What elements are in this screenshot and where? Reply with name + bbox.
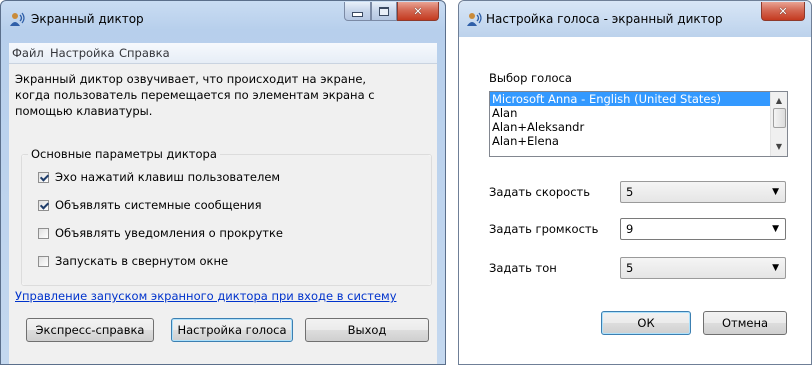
option-scroll-notifications[interactable]: Объявлять уведомления о прокрутке [38,226,283,240]
description-text: Экранный диктор озвучивает, что происход… [15,72,375,118]
voice-settings-label: Настройка голоса [177,323,287,337]
narrator-icon [9,11,25,27]
voice-listbox[interactable]: Microsoft Anna - English (United States)… [489,91,788,157]
speed-select[interactable]: 5 ▼ [620,181,786,203]
quick-help-button[interactable]: Экспресс-справка [26,318,154,342]
ok-label: ОК [637,316,655,330]
voice-settings-dialog: Настройка голоса - экранный диктор ✕ Выб… [458,0,812,365]
voice-settings-button[interactable]: Настройка голоса [171,318,293,342]
dialog-title: Настройка голоса - экранный диктор [486,12,723,26]
dialog-close-button[interactable]: ✕ [761,2,805,21]
checkbox-system-messages[interactable] [38,199,49,211]
option-start-minimized[interactable]: Запускать в свернутом окне [38,254,228,268]
startup-settings-link[interactable]: Управление запуском экранного диктора пр… [15,289,397,303]
minimize-button[interactable] [344,2,371,21]
close-icon: ✕ [413,4,423,18]
narrator-icon [466,11,482,27]
option-system-messages[interactable]: Объявлять системные сообщения [38,198,262,212]
voice-list-item[interactable]: Alan+Elena [490,134,787,148]
group-title: Основные параметры диктора [28,147,220,161]
cancel-label: Отмена [721,316,769,330]
voice-list-item[interactable]: Alan [490,106,787,120]
dropdown-arrow-icon: ▼ [772,224,779,234]
menu-file[interactable]: Файл [12,46,44,60]
checkbox-start-minimized[interactable] [38,255,49,267]
cancel-button[interactable]: Отмена [703,311,787,335]
option-label: Объявлять уведомления о прокрутке [55,226,283,240]
voice-list-item[interactable]: Alan+Aleksandr [490,120,787,134]
dropdown-arrow-icon: ▼ [772,187,779,197]
pitch-select[interactable]: 5 ▼ [620,257,786,279]
pitch-value: 5 [626,261,634,275]
option-label: Эхо нажатий клавиш пользователем [55,170,281,184]
maximize-button[interactable] [371,2,397,21]
volume-select[interactable]: 9 ▼ [620,218,786,240]
speed-value: 5 [626,185,634,199]
scroll-thumb[interactable] [773,108,786,128]
quick-help-label: Экспресс-справка [35,323,145,337]
volume-label: Задать громкость [489,222,599,236]
ok-button[interactable]: ОК [601,311,691,335]
narrator-window: Экранный диктор ✕ Файл Настройка Справка… [0,0,446,365]
pitch-label: Задать тон [489,261,557,275]
checkbox-echo-keys[interactable] [38,171,49,183]
close-button[interactable]: ✕ [397,2,439,21]
menu-settings[interactable]: Настройка [50,46,115,60]
exit-button[interactable]: Выход [305,318,429,342]
exit-label: Выход [347,323,387,337]
minimize-icon [352,11,363,17]
option-label: Объявлять системные сообщения [55,198,262,212]
main-options-group: Основные параметры диктора Эхо нажатий к… [21,147,432,286]
volume-value: 9 [626,222,634,236]
scroll-down-icon[interactable]: ▼ [771,140,787,154]
option-echo-keys[interactable]: Эхо нажатий клавиш пользователем [38,170,280,184]
menu-bar: Файл Настройка Справка [9,43,437,64]
window-title: Экранный диктор [31,12,144,26]
close-icon: ✕ [778,4,788,18]
main-client-area: Экранный диктор озвучивает, что происход… [9,64,437,364]
checkbox-scroll-notifications[interactable] [38,227,49,239]
voice-list-item[interactable]: Microsoft Anna - English (United States) [490,92,787,106]
scroll-up-icon[interactable]: ▲ [771,94,787,108]
speed-label: Задать скорость [489,185,590,199]
voice-list-scrollbar[interactable]: ▲ ▼ [770,92,787,156]
voice-select-label: Выбор голоса [489,71,572,85]
maximize-icon [379,6,389,16]
option-label: Запускать в свернутом окне [55,254,229,268]
dropdown-arrow-icon: ▼ [772,263,779,273]
menu-help[interactable]: Справка [119,46,170,60]
